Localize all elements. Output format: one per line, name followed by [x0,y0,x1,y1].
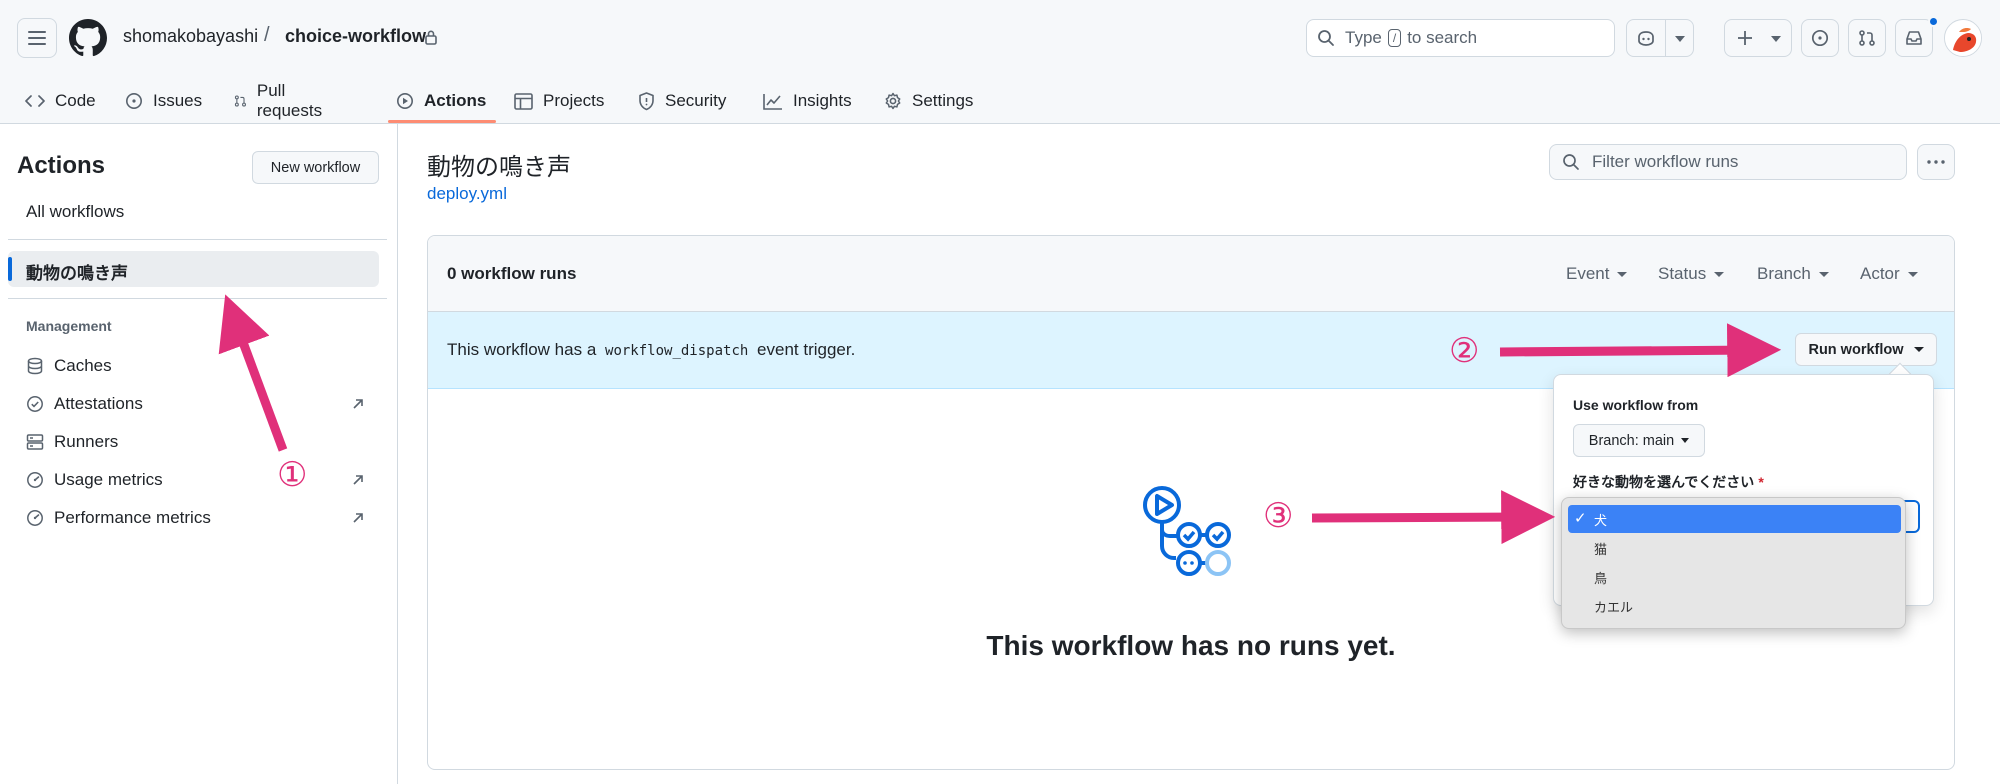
annotation-step-3: ③ [1263,496,1294,536]
annotation-arrow-3 [1311,490,1556,545]
annotation-arrow-2 [1499,323,1782,378]
annotation-arrow-1 [218,294,288,452]
annotation-step-2: ② [1449,331,1480,371]
annotation-arrows [218,294,1782,545]
annotation-step-1: ① [277,455,308,495]
